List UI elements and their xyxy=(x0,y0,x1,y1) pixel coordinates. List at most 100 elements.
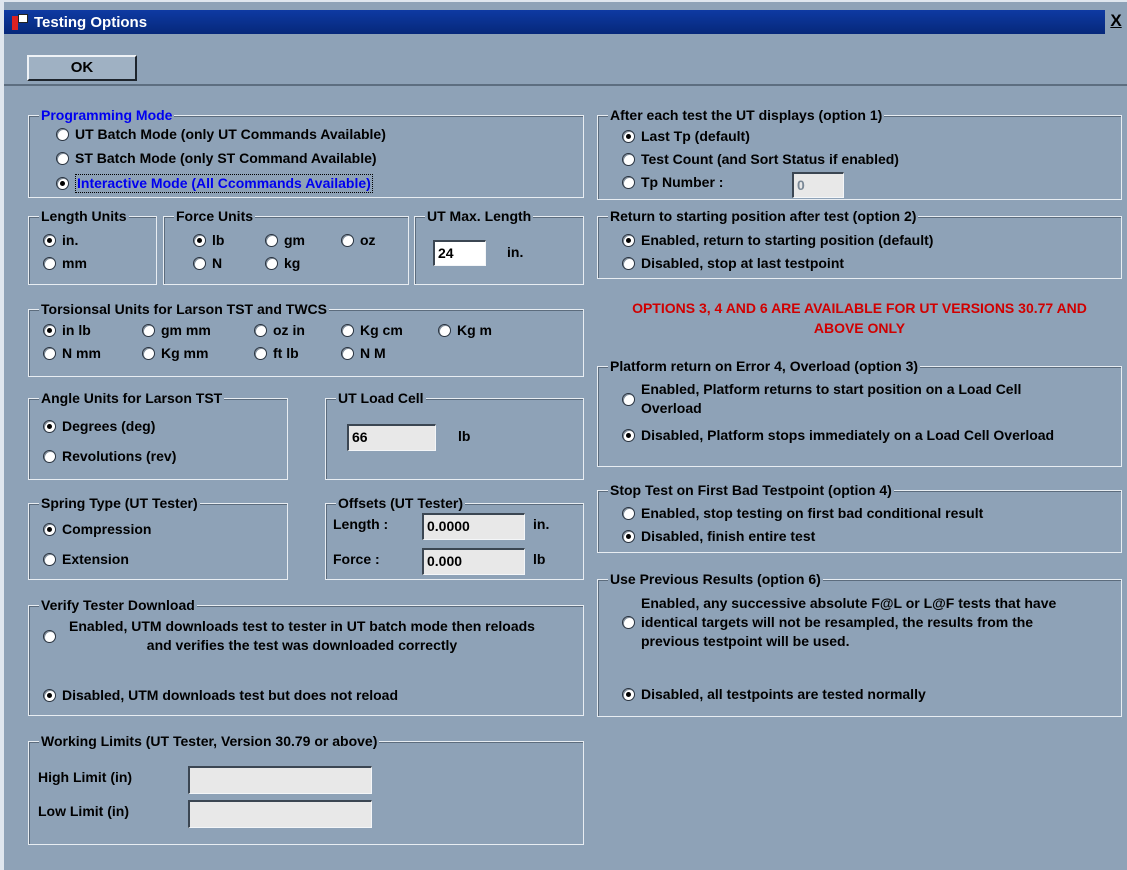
angle-units-label: Angle Units for Larson TST xyxy=(39,389,225,407)
radio-icon[interactable] xyxy=(43,523,56,536)
radio-angle-revolutions[interactable]: Revolutions (rev) xyxy=(43,448,176,465)
radio-torsion-oz-in[interactable]: oz in xyxy=(254,322,305,339)
radio-icon[interactable] xyxy=(43,420,56,433)
radio-torsion-kg-mm[interactable]: Kg mm xyxy=(142,345,208,362)
torsional-units-group: Torsionsal Units for Larson TST and TWCS xyxy=(28,300,584,377)
radio-icon[interactable] xyxy=(43,450,56,463)
radio-stop-disabled[interactable]: Disabled, finish entire test xyxy=(622,528,815,545)
radio-icon[interactable] xyxy=(622,688,635,701)
radio-torsion-kg-m[interactable]: Kg m xyxy=(438,322,492,339)
radio-verify-disabled[interactable]: Disabled, UTM downloads test but does no… xyxy=(43,687,398,704)
app-icon xyxy=(12,14,28,30)
radio-icon[interactable] xyxy=(43,347,56,360)
radio-stop-enabled[interactable]: Enabled, stop testing on first bad condi… xyxy=(622,505,983,522)
radio-icon[interactable] xyxy=(43,257,56,270)
force-units-label: Force Units xyxy=(174,207,256,225)
radio-force-lb[interactable]: lb xyxy=(193,232,224,249)
radio-return-enabled[interactable]: Enabled, return to starting position (de… xyxy=(622,232,933,249)
radio-last-tp[interactable]: Last Tp (default) xyxy=(622,128,750,145)
offset-length-input[interactable]: 0.0000 xyxy=(422,513,525,540)
radio-torsion-ft-lb[interactable]: ft lb xyxy=(254,345,299,362)
ut-max-length-input[interactable]: 24 xyxy=(433,240,486,266)
radio-icon[interactable] xyxy=(341,234,354,247)
title-bar: Testing Options xyxy=(4,10,1127,34)
radio-icon[interactable] xyxy=(43,629,56,643)
low-limit-label: Low Limit (in) xyxy=(38,803,129,819)
radio-icon[interactable] xyxy=(56,128,69,141)
radio-spring-compression[interactable]: Compression xyxy=(43,521,151,538)
radio-icon[interactable] xyxy=(254,347,267,360)
ut-max-length-unit: in. xyxy=(507,244,524,260)
radio-icon[interactable] xyxy=(622,429,635,442)
radio-icon[interactable] xyxy=(43,553,56,566)
ut-load-cell-input[interactable]: 66 xyxy=(347,424,436,451)
radio-length-in[interactable]: in. xyxy=(43,232,78,249)
radio-force-kg[interactable]: kg xyxy=(265,255,300,272)
radio-icon[interactable] xyxy=(622,234,635,247)
radio-force-n[interactable]: N xyxy=(193,255,222,272)
tp-number-input[interactable]: 0 xyxy=(792,172,844,198)
radio-verify-enabled[interactable]: Enabled, UTM downloads test to tester in… xyxy=(43,617,563,655)
radio-force-oz[interactable]: oz xyxy=(341,232,376,249)
radio-icon[interactable] xyxy=(265,257,278,270)
radio-interactive[interactable]: Interactive Mode (All Ccommands Availabl… xyxy=(56,174,373,193)
ok-button[interactable]: OK xyxy=(27,55,137,81)
high-limit-input[interactable] xyxy=(188,766,372,794)
radio-test-count[interactable]: Test Count (and Sort Status if enabled) xyxy=(622,151,899,168)
radio-icon[interactable] xyxy=(56,177,69,190)
radio-previous-enabled[interactable]: Enabled, any successive absolute F@L or … xyxy=(622,594,1081,651)
radio-length-mm[interactable]: mm xyxy=(43,255,87,272)
after-test-label: After each test the UT displays (option … xyxy=(608,106,885,124)
radio-force-gm[interactable]: gm xyxy=(265,232,305,249)
radio-torsion-gm-mm[interactable]: gm mm xyxy=(142,322,211,339)
radio-icon[interactable] xyxy=(43,234,56,247)
radio-icon[interactable] xyxy=(56,152,69,165)
radio-icon[interactable] xyxy=(438,324,451,337)
radio-st-batch[interactable]: ST Batch Mode (only ST Command Available… xyxy=(56,150,377,167)
torsional-units-label: Torsionsal Units for Larson TST and TWCS xyxy=(39,300,329,318)
radio-platform-disabled[interactable]: Disabled, Platform stops immediately on … xyxy=(622,426,1111,445)
radio-ut-batch[interactable]: UT Batch Mode (only UT Commands Availabl… xyxy=(56,126,386,143)
radio-previous-disabled[interactable]: Disabled, all testpoints are tested norm… xyxy=(622,686,926,703)
ut-load-cell-unit: lb xyxy=(458,428,471,444)
radio-icon[interactable] xyxy=(254,324,267,337)
radio-icon[interactable] xyxy=(43,324,56,337)
radio-icon[interactable] xyxy=(622,153,635,166)
radio-icon[interactable] xyxy=(622,176,635,189)
spring-type-label: Spring Type (UT Tester) xyxy=(39,494,200,512)
radio-icon[interactable] xyxy=(341,347,354,360)
radio-icon[interactable] xyxy=(43,689,56,702)
radio-icon[interactable] xyxy=(193,234,206,247)
close-button[interactable]: X xyxy=(1105,10,1127,34)
radio-spring-extension[interactable]: Extension xyxy=(43,551,129,568)
ut-load-cell-label: UT Load Cell xyxy=(336,389,426,407)
radio-torsion-n-m[interactable]: N M xyxy=(341,345,386,362)
radio-icon[interactable] xyxy=(341,324,354,337)
radio-platform-enabled[interactable]: Enabled, Platform returns to start posit… xyxy=(622,380,1081,418)
radio-icon[interactable] xyxy=(142,324,155,337)
radio-torsion-n-mm[interactable]: N mm xyxy=(43,345,101,362)
previous-results-label: Use Previous Results (option 6) xyxy=(608,570,823,588)
radio-torsion-kg-cm[interactable]: Kg cm xyxy=(341,322,403,339)
radio-icon[interactable] xyxy=(622,257,635,270)
radio-icon[interactable] xyxy=(622,392,635,406)
radio-return-disabled[interactable]: Disabled, stop at last testpoint xyxy=(622,255,844,272)
radio-torsion-in-lb[interactable]: in lb xyxy=(43,322,91,339)
stop-first-bad-label: Stop Test on First Bad Testpoint (option… xyxy=(608,481,894,499)
radio-icon[interactable] xyxy=(622,130,635,143)
programming-mode-label: Programming Mode xyxy=(39,106,175,124)
offset-force-input[interactable]: 0.000 xyxy=(422,548,525,575)
offset-length-label: Length : xyxy=(333,516,389,532)
radio-icon[interactable] xyxy=(142,347,155,360)
radio-icon[interactable] xyxy=(622,616,635,629)
radio-tp-number[interactable]: Tp Number : xyxy=(622,174,723,191)
low-limit-input[interactable] xyxy=(188,800,372,828)
radio-icon[interactable] xyxy=(265,234,278,247)
verify-download-label: Verify Tester Download xyxy=(39,596,197,614)
offset-force-unit: lb xyxy=(533,551,546,567)
ut-max-length-label: UT Max. Length xyxy=(425,207,534,225)
radio-icon[interactable] xyxy=(193,257,206,270)
radio-icon[interactable] xyxy=(622,530,635,543)
radio-icon[interactable] xyxy=(622,507,635,520)
radio-angle-degrees[interactable]: Degrees (deg) xyxy=(43,418,155,435)
